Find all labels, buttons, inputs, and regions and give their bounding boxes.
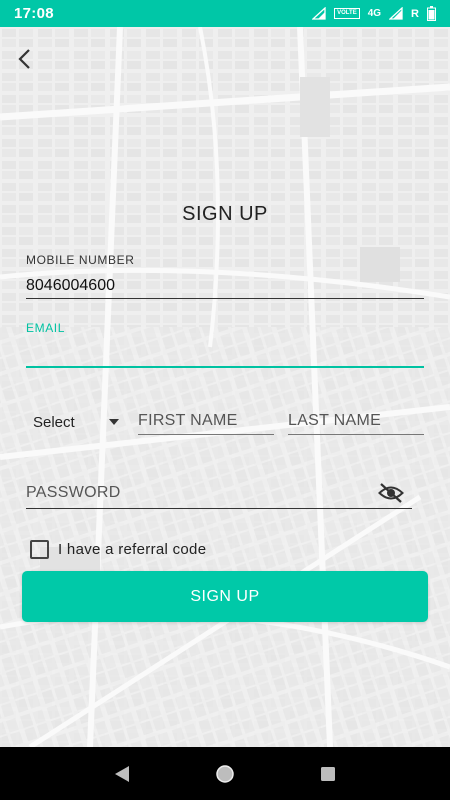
back-triangle-icon [114,765,129,782]
chevron-left-icon [18,49,30,69]
title-select[interactable]: Select [33,412,119,432]
email-input[interactable] [26,342,424,364]
caret-down-icon [109,419,119,425]
eye-off-icon [378,483,404,503]
back-button[interactable] [10,44,38,74]
map-pattern [0,27,450,747]
signal-icon [389,7,403,20]
nav-recents-button[interactable] [313,759,343,789]
mobile-number-label: MOBILE NUMBER [26,253,135,267]
referral-checkbox-row[interactable]: I have a referral code [30,538,206,560]
status-time: 17:08 [14,5,54,22]
first-name-input[interactable] [138,410,274,432]
signal-icon [312,7,326,20]
last-name-input[interactable] [288,410,424,432]
password-underline [26,508,412,509]
first-name-underline [138,434,274,435]
referral-checkbox[interactable] [30,539,49,559]
status-icons: VOLTE 4G R [312,6,436,21]
referral-label: I have a referral code [58,540,207,558]
sign-up-button[interactable]: SIGN UP [22,571,428,622]
roaming-icon: R [411,7,419,20]
page-title: SIGN UP [182,203,268,225]
system-nav-bar [0,747,450,800]
mobile-number-underline [26,298,424,299]
home-circle-icon [216,764,234,783]
status-bar: 17:08 VOLTE 4G R [0,0,450,27]
email-underline [26,366,424,368]
battery-icon [427,6,436,21]
email-label: EMAIL [26,321,66,335]
nav-back-button[interactable] [107,759,137,789]
map-background [0,27,450,747]
volte-icon: VOLTE [334,8,360,19]
recents-square-icon [321,766,336,781]
network-4g-icon: 4G [367,8,382,19]
mobile-number-input[interactable] [26,275,424,297]
last-name-underline [288,434,424,435]
password-visibility-toggle[interactable] [377,481,405,505]
title-select-value: Select [33,413,75,431]
password-input[interactable] [26,482,371,504]
nav-home-button[interactable] [210,759,240,789]
